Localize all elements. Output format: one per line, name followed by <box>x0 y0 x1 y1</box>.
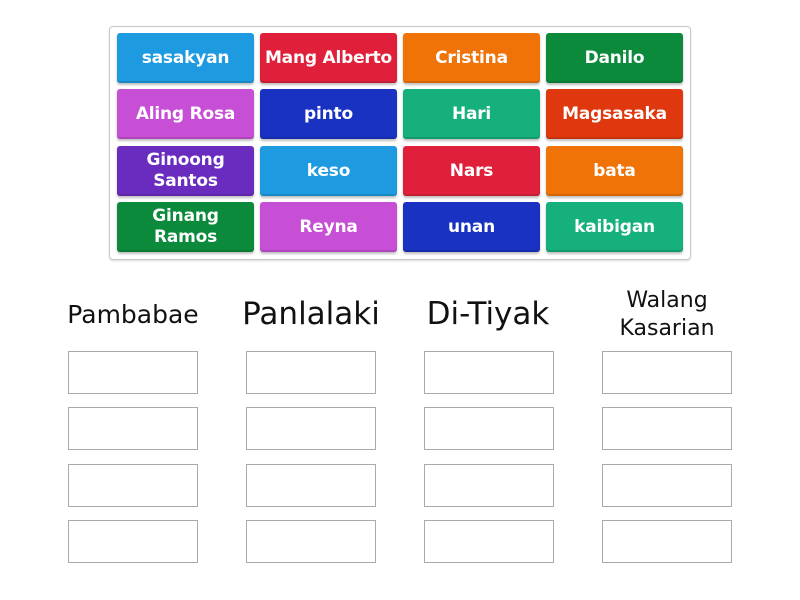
drop-slot-panlalaki-4[interactable] <box>246 520 376 563</box>
tile-cristina[interactable]: Cristina <box>403 33 540 83</box>
drop-slot-walang-kasarian-1[interactable] <box>602 351 732 394</box>
tile-kaibigan[interactable]: kaibigan <box>546 202 683 252</box>
drop-slot-walang-kasarian-2[interactable] <box>602 407 732 450</box>
tile-label: unan <box>448 216 495 237</box>
drop-slot-pambabae-3[interactable] <box>68 464 198 507</box>
drop-slot-panlalaki-1[interactable] <box>246 351 376 394</box>
tile-label: Nars <box>449 160 494 181</box>
tile-aling-rosa[interactable]: Aling Rosa <box>117 89 254 139</box>
tile-label: bata <box>593 160 636 181</box>
tile-label: Aling Rosa <box>135 103 236 124</box>
tile-bank: sasakyan Mang Alberto Cristina Danilo Al… <box>109 26 691 260</box>
tile-label: keso <box>306 160 351 181</box>
tile-mang-alberto[interactable]: Mang Alberto <box>260 33 397 83</box>
drop-slot-pambabae-1[interactable] <box>68 351 198 394</box>
tile-label: pinto <box>304 103 353 124</box>
category-header-panlalaki: Panlalaki <box>242 296 380 332</box>
tile-label: Ginoong Santos <box>146 150 225 191</box>
tile-unan[interactable]: unan <box>403 202 540 252</box>
tile-label: Ginang Ramos <box>152 206 219 247</box>
tile-bata[interactable]: bata <box>546 146 683 196</box>
tile-sasakyan[interactable]: sasakyan <box>117 33 254 83</box>
drop-slot-pambabae-2[interactable] <box>68 407 198 450</box>
category-header-pambabae: Pambabae <box>67 300 199 329</box>
tile-label: Mang Alberto <box>264 47 393 68</box>
drop-slot-panlalaki-3[interactable] <box>246 464 376 507</box>
tile-label: sasakyan <box>141 47 230 68</box>
drop-slot-pambabae-4[interactable] <box>68 520 198 563</box>
tile-pinto[interactable]: pinto <box>260 89 397 139</box>
tile-label: Danilo <box>584 47 645 68</box>
tile-label: Magsasaka <box>562 103 667 124</box>
tile-label: Hari <box>451 103 492 124</box>
category-header-di-tiyak: Di-Tiyak <box>426 296 550 332</box>
tile-label: Cristina <box>435 47 508 68</box>
drop-slot-di-tiyak-1[interactable] <box>424 351 554 394</box>
tile-nars[interactable]: Nars <box>403 146 540 196</box>
tile-ginang-ramos[interactable]: Ginang Ramos <box>117 202 254 252</box>
drop-slot-panlalaki-2[interactable] <box>246 407 376 450</box>
tile-danilo[interactable]: Danilo <box>546 33 683 83</box>
drop-slot-walang-kasarian-4[interactable] <box>602 520 732 563</box>
tile-label: Reyna <box>299 216 358 237</box>
tile-ginoong-santos[interactable]: Ginoong Santos <box>117 146 254 196</box>
drop-slot-di-tiyak-3[interactable] <box>424 464 554 507</box>
drop-slot-di-tiyak-4[interactable] <box>424 520 554 563</box>
category-header-walang-kasarian: Walang Kasarian <box>619 288 715 341</box>
drop-slot-walang-kasarian-3[interactable] <box>602 464 732 507</box>
tile-hari[interactable]: Hari <box>403 89 540 139</box>
drop-slot-di-tiyak-2[interactable] <box>424 407 554 450</box>
tile-reyna[interactable]: Reyna <box>260 202 397 252</box>
tile-keso[interactable]: keso <box>260 146 397 196</box>
tile-label: kaibigan <box>574 216 655 237</box>
tile-magsasaka[interactable]: Magsasaka <box>546 89 683 139</box>
